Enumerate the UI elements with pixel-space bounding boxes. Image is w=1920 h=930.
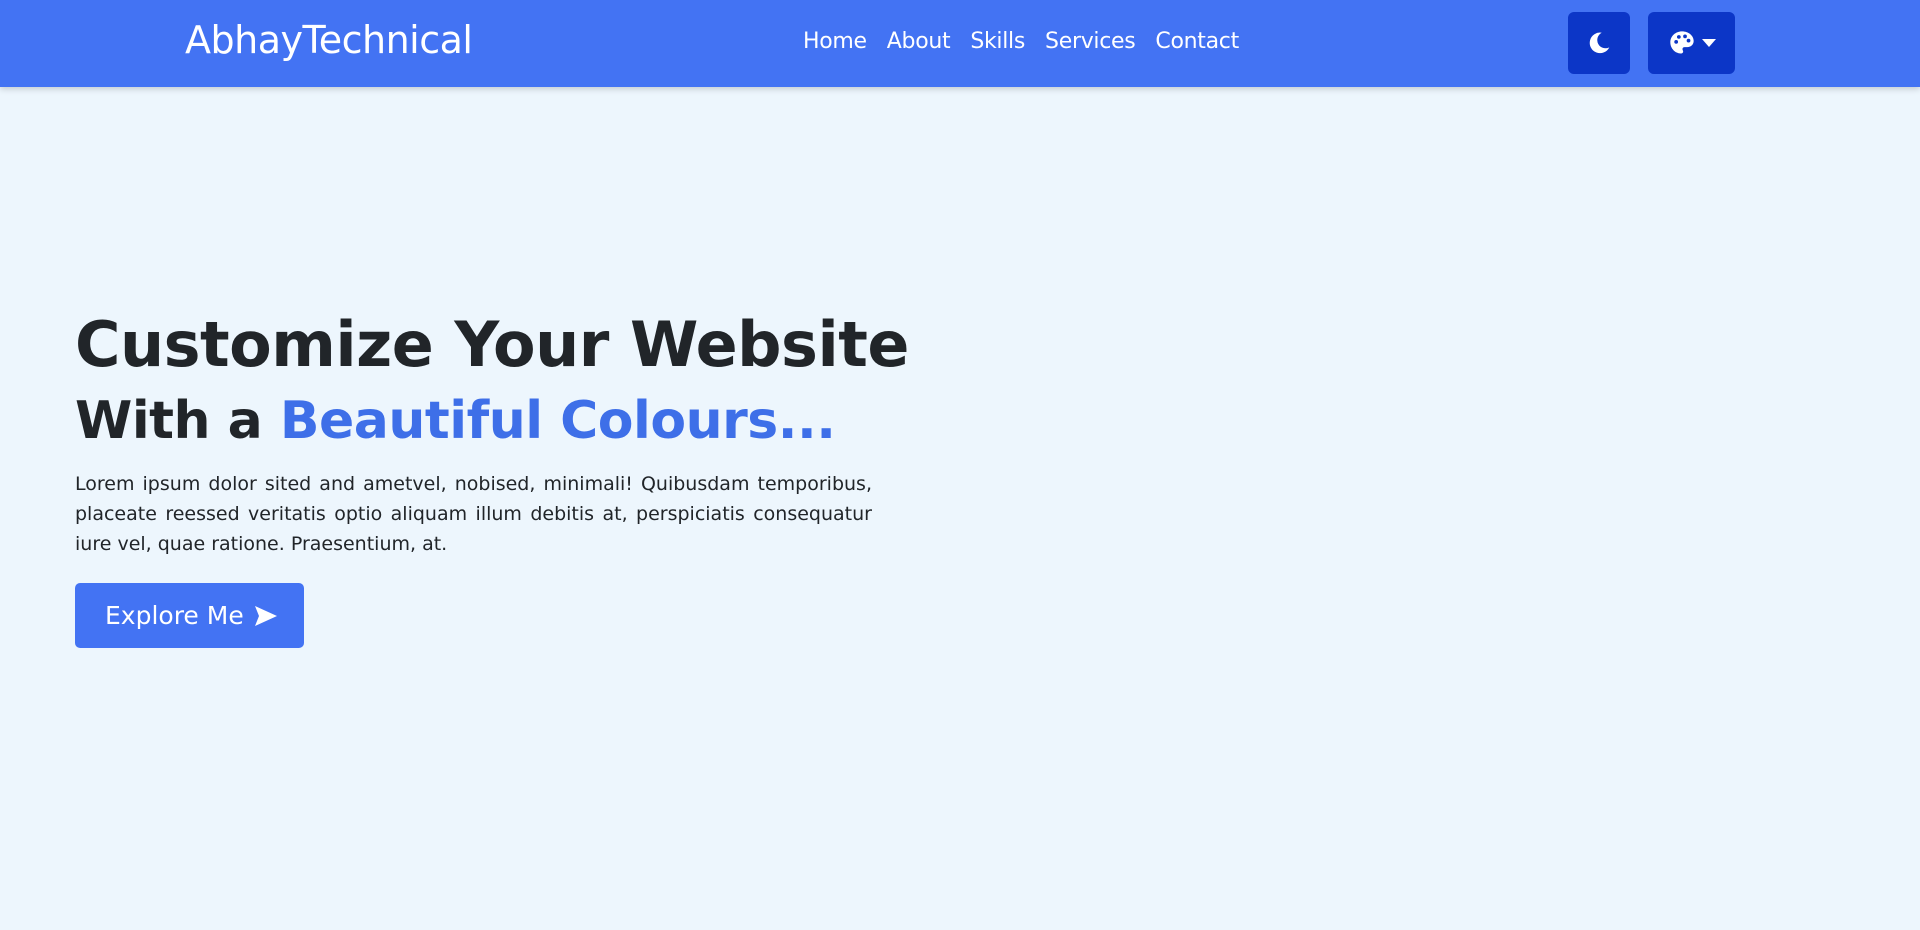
paper-plane-icon [254,605,277,626]
nav-link-contact[interactable]: Contact [1155,29,1239,54]
nav-link-services[interactable]: Services [1045,29,1136,54]
navbar: AbhayTechnical Home About Skills Service… [0,0,1920,87]
dark-mode-toggle-button[interactable] [1568,12,1630,74]
hero-subtitle: With a Beautiful Colours... [75,385,872,457]
color-palette-dropdown-button[interactable] [1648,12,1735,74]
nav-item-skills: Skills [970,29,1025,54]
palette-icon [1669,31,1694,54]
nav-link-about[interactable]: About [887,29,951,54]
moon-icon [1589,32,1610,54]
nav-link-skills[interactable]: Skills [970,29,1025,54]
nav-item-about: About [887,29,951,54]
hero-description: Lorem ipsum dolor sited and ametvel, nob… [75,473,872,555]
hero-title: Customize Your Website [75,308,909,381]
hero-subtitle-accent: Beautiful Colours... [279,391,836,451]
hero-subtitle-prefix: With a [75,391,263,451]
explore-me-button[interactable]: Explore Me [75,583,304,648]
explore-me-label: Explore Me [105,601,244,630]
nav-item-services: Services [1045,29,1136,54]
hero-section: Customize Your Website With a Beautiful … [75,305,909,648]
brand-logo[interactable]: AbhayTechnical [185,18,473,62]
nav-item-home: Home [803,29,867,54]
nav-item-contact: Contact [1155,29,1239,54]
caret-down-icon [1701,39,1716,47]
nav-links: Home About Skills Services Contact [803,29,1239,54]
nav-link-home[interactable]: Home [803,29,867,54]
